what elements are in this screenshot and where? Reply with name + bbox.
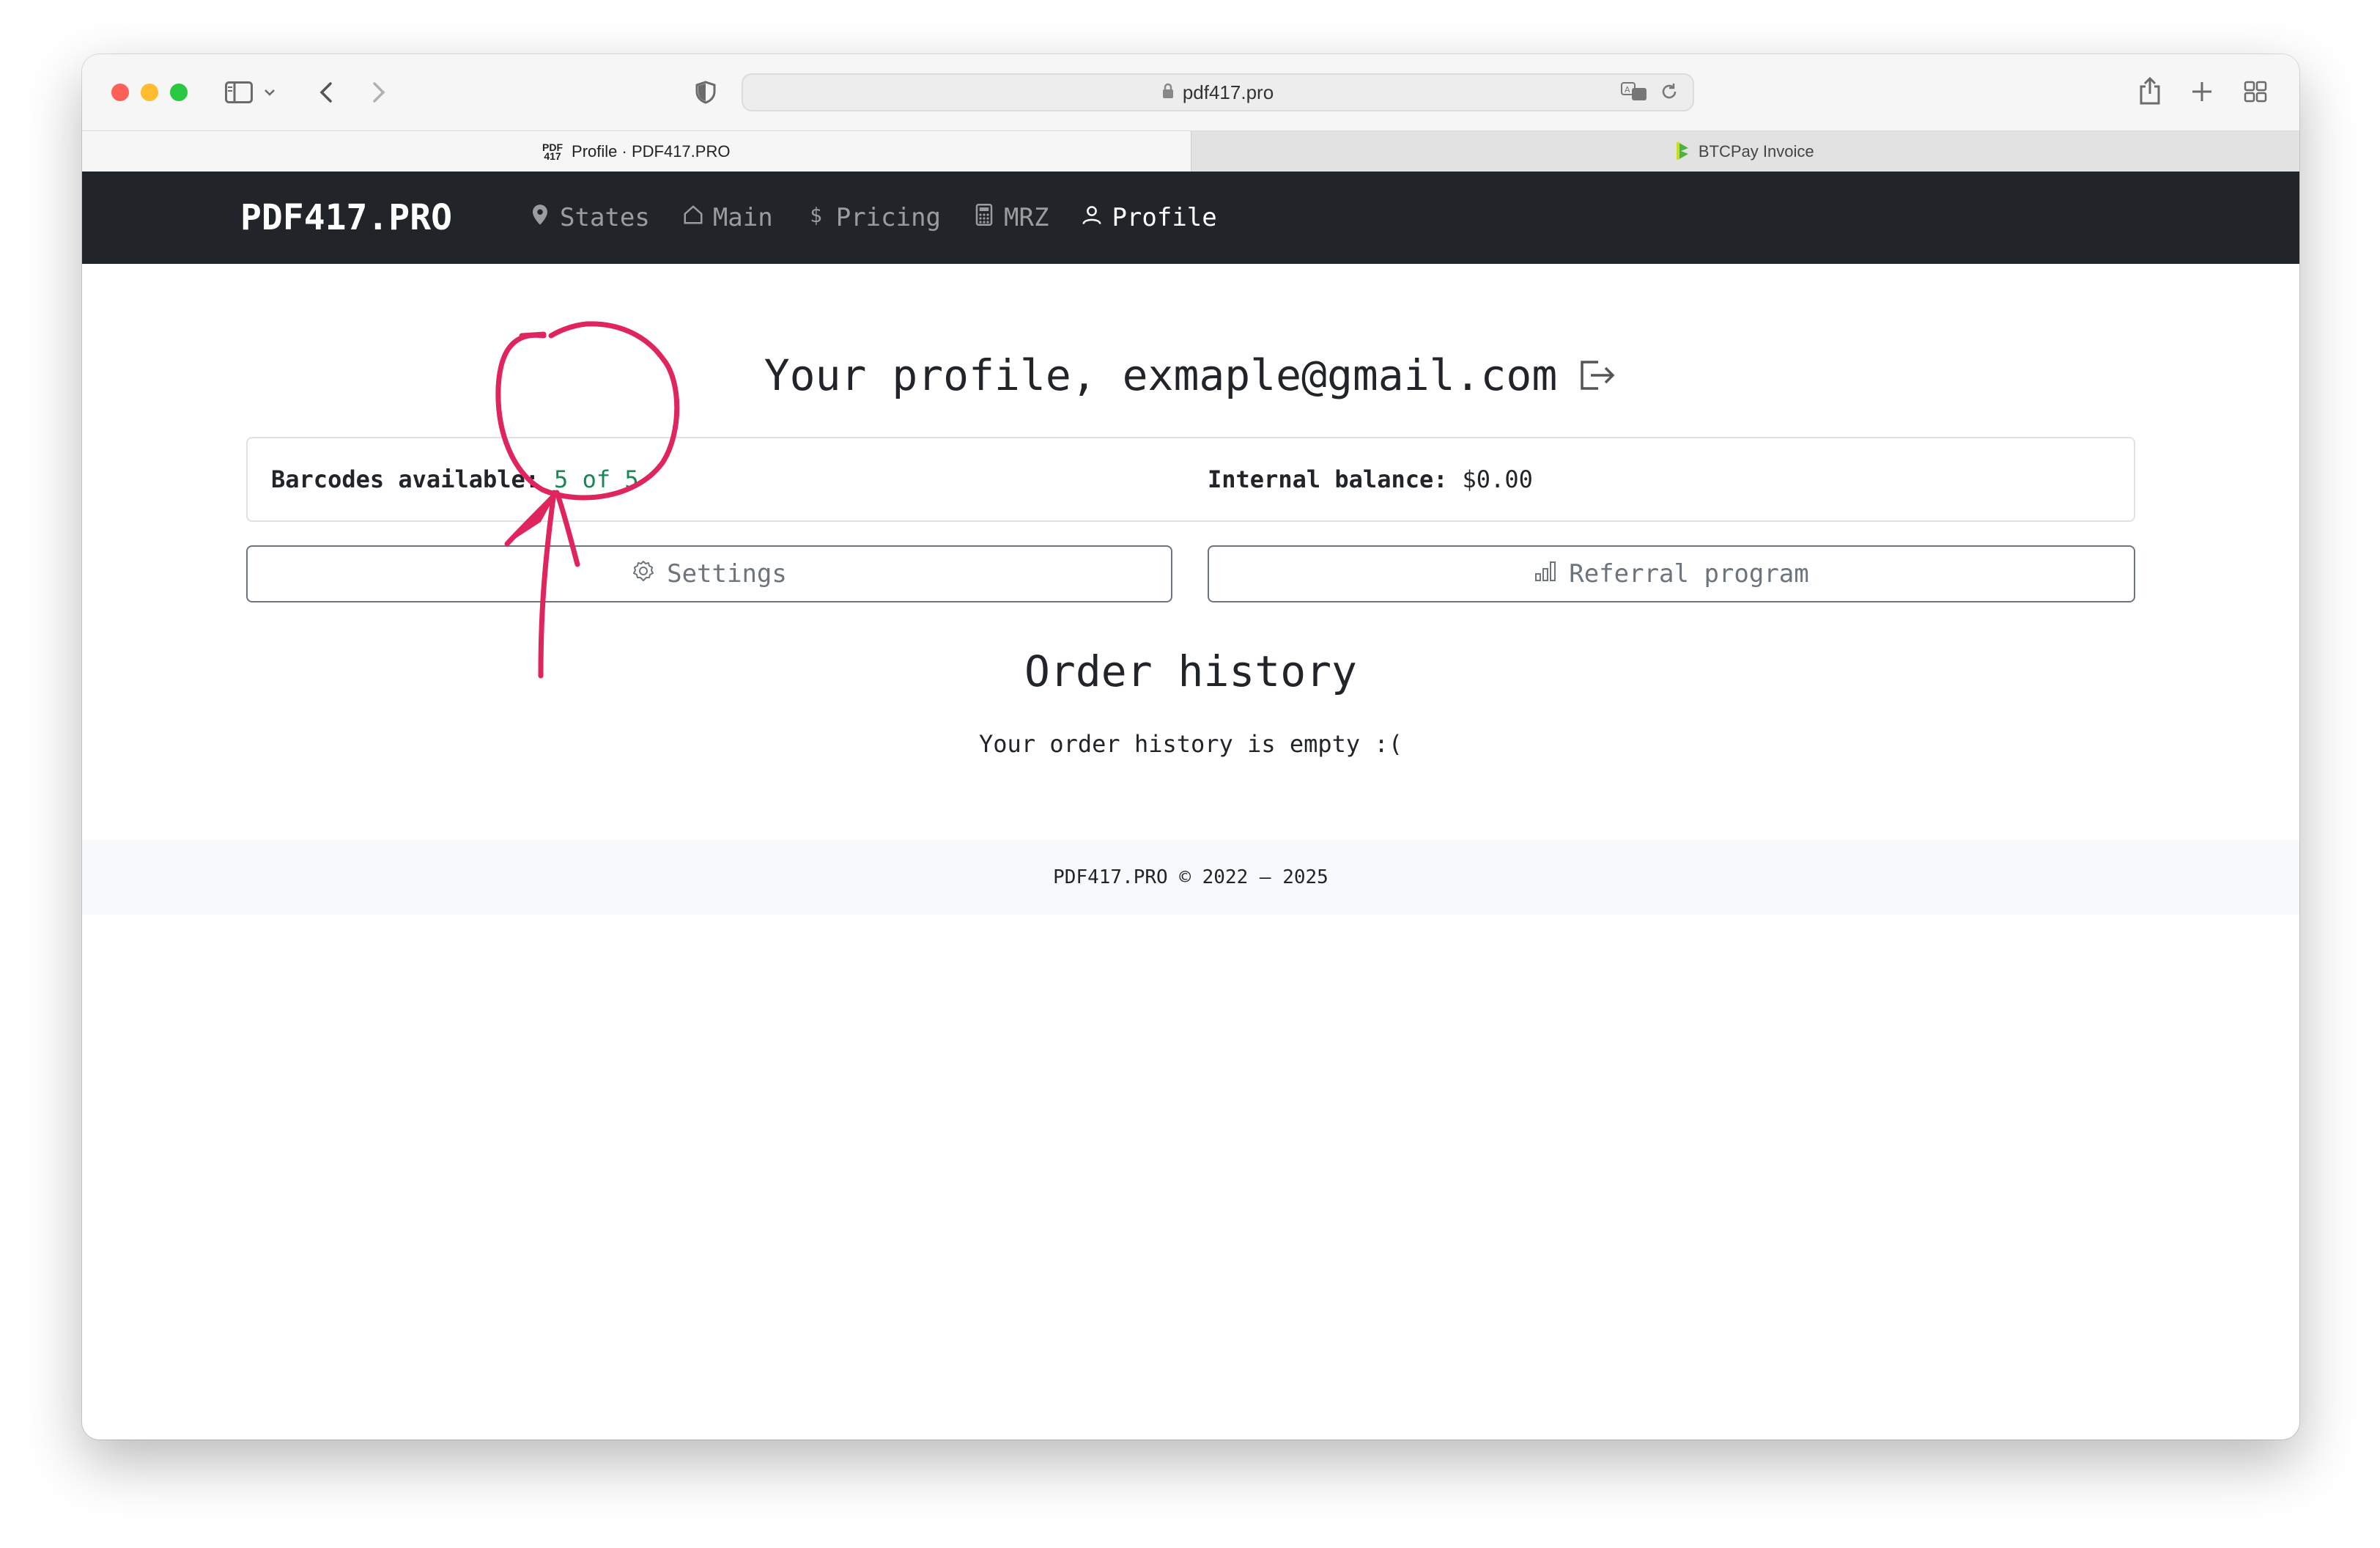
site-brand[interactable]: PDF417.PRO (240, 197, 452, 238)
browser-window: pdf417.pro A PDF 417 Profile · PDF417.PRO (82, 54, 2299, 1440)
nav-item-label: Profile (1112, 203, 1217, 232)
svg-text:A: A (1625, 85, 1630, 95)
url-text: pdf417.pro (1182, 81, 1274, 103)
user-icon (1081, 203, 1103, 232)
order-history-heading: Order history (1024, 646, 1357, 696)
tab-bar: PDF 417 Profile · PDF417.PRO BTCPay Invoi… (82, 130, 2299, 172)
nav-item-states[interactable]: States (529, 203, 650, 232)
settings-label: Settings (667, 559, 787, 589)
barcodes-label: Barcodes available: (271, 465, 540, 493)
map-pin-icon (529, 203, 551, 232)
privacy-shield-icon[interactable] (693, 79, 718, 106)
nav-item-label: Pricing (835, 203, 942, 232)
nav-item-profile[interactable]: Profile (1081, 203, 1217, 232)
referral-label: Referral program (1569, 559, 1809, 589)
site-footer: PDF417.PRO © 2022 – 2025 (82, 840, 2299, 915)
new-tab-icon[interactable] (2189, 79, 2214, 104)
dollar-icon: $ (805, 203, 827, 232)
forward-icon[interactable] (368, 79, 390, 106)
page-title: Your profile, exmaple@gmail.com (82, 350, 2299, 400)
zoom-window-button[interactable] (170, 84, 188, 101)
balance-label: Internal balance: (1208, 465, 1448, 493)
nav-item-label: MRZ (1004, 203, 1049, 232)
balance-value: $0.00 (1462, 465, 1533, 493)
minimize-window-button[interactable] (141, 84, 158, 101)
tab-overview-icon[interactable] (2242, 79, 2269, 104)
barcodes-available-stat: Barcodes available: 5 of 5 (271, 465, 639, 493)
tab-profile[interactable]: PDF 417 Profile · PDF417.PRO (82, 131, 1191, 172)
footer-text: PDF417.PRO © 2022 – 2025 (1053, 866, 1328, 888)
btcpay-favicon-icon (1676, 141, 1690, 162)
nav-item-pricing[interactable]: $ Pricing (805, 203, 941, 232)
tab-label: BTCPay Invoice (1698, 141, 1814, 161)
profile-stats-card: Barcodes available: 5 of 5 Internal bala… (246, 437, 2135, 522)
share-icon[interactable] (2137, 75, 2163, 107)
nav-item-label: Main (712, 203, 773, 232)
barcodes-value: 5 of 5 (554, 465, 639, 493)
internal-balance-stat: Internal balance: $0.00 (1208, 465, 1533, 493)
nav-menu: States Main $ Pricing MRZ Profile (529, 203, 1249, 232)
tab-btcpay[interactable]: BTCPay Invoice (1190, 131, 2299, 172)
browser-toolbar: pdf417.pro A (82, 54, 2299, 130)
sidebar-toggle-icon[interactable] (224, 79, 254, 106)
back-icon[interactable] (315, 79, 337, 106)
nav-item-label: States (560, 203, 650, 232)
bar-chart-icon (1534, 559, 1557, 589)
nav-item-mrz[interactable]: MRZ (973, 203, 1049, 232)
nav-item-main[interactable]: Main (682, 203, 773, 232)
tab-label: Profile · PDF417.PRO (572, 141, 731, 161)
home-icon (682, 203, 704, 232)
svg-text:$: $ (810, 204, 822, 226)
translate-icon[interactable]: A (1621, 82, 1647, 106)
site-navbar: PDF417.PRO States Main $ Pricing MRZ Pro… (82, 172, 2299, 264)
lock-icon (1162, 81, 1174, 104)
profile-title-text: Your profile, exmaple@gmail.com (764, 350, 1558, 400)
calculator-icon (973, 203, 995, 232)
chevron-down-icon[interactable] (262, 84, 277, 101)
order-history-empty-message: Your order history is empty :( (979, 730, 1402, 758)
pdf417-favicon-icon: PDF 417 (542, 141, 563, 162)
address-bar[interactable]: pdf417.pro A (742, 73, 1694, 111)
referral-program-button[interactable]: Referral program (1208, 545, 2135, 602)
logout-icon[interactable] (1576, 355, 1617, 396)
close-window-button[interactable] (111, 84, 129, 101)
gear-icon (632, 559, 655, 589)
settings-button[interactable]: Settings (246, 545, 1172, 602)
reload-icon[interactable] (1660, 83, 1678, 106)
